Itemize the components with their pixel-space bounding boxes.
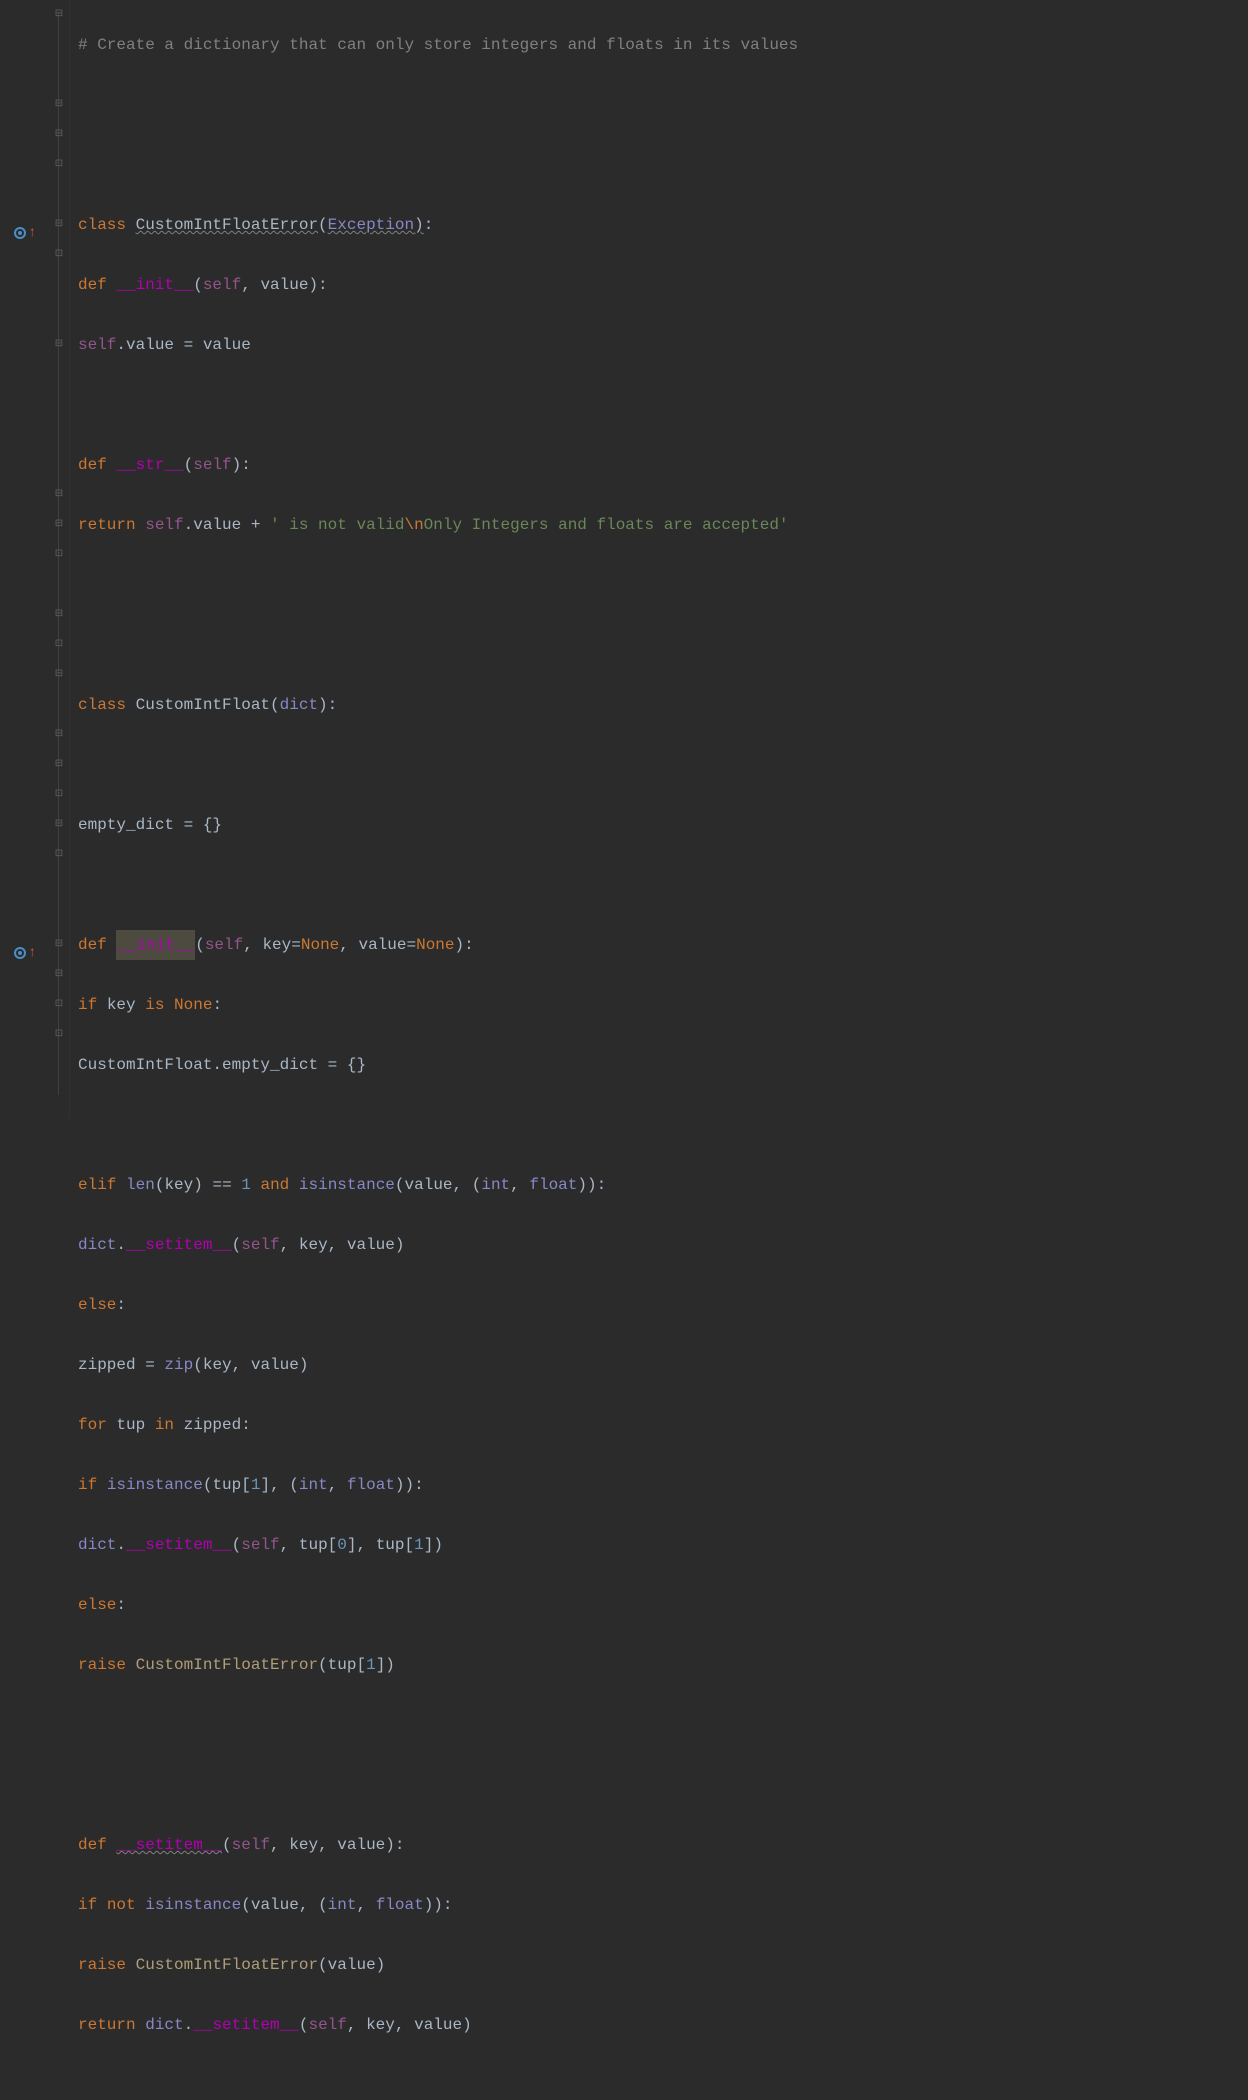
fold-toggle-icon[interactable]: ⊟ <box>53 219 65 231</box>
fold-toggle-icon[interactable]: ⊟ <box>53 969 65 981</box>
code-line[interactable]: else: <box>78 1290 1248 1320</box>
comment: # Create a dictionary that can only stor… <box>78 30 798 60</box>
code-area[interactable]: # Create a dictionary that can only stor… <box>70 0 1248 1118</box>
fold-end-icon[interactable]: ⊡ <box>53 849 65 861</box>
fold-toggle-icon[interactable]: ⊟ <box>53 9 65 21</box>
code-line[interactable]: # Create a dictionary that can only stor… <box>78 30 1248 60</box>
code-line[interactable] <box>78 870 1248 900</box>
code-line[interactable]: return self.value + ' is not valid\nOnly… <box>78 510 1248 540</box>
code-line[interactable]: dict.__setitem__(self, key, value) <box>78 1230 1248 1260</box>
fold-end-icon[interactable]: ⊡ <box>53 999 65 1011</box>
fold-column: ⊟ ⊟ ⊟ ⊡ ⊟ ⊡ ⊟ ⊟ ⊟ ⊡ ⊟ ⊡ ⊟ ⊟ ⊟ ⊡ ⊟ ⊡ ⊟ ⊟ … <box>50 0 70 1118</box>
fold-toggle-icon[interactable]: ⊟ <box>53 729 65 741</box>
code-line[interactable]: return dict.__setitem__(self, key, value… <box>78 2010 1248 2040</box>
code-line[interactable]: class CustomIntFloat(dict): <box>78 690 1248 720</box>
fold-toggle-icon[interactable]: ⊟ <box>53 129 65 141</box>
code-line[interactable]: if not isinstance(value, (int, float)): <box>78 1890 1248 1920</box>
code-line[interactable] <box>78 150 1248 180</box>
code-line[interactable]: class CustomIntFloatError(Exception): <box>78 210 1248 240</box>
code-line[interactable]: def __setitem__(self, key, value): <box>78 1830 1248 1860</box>
code-line[interactable]: zipped = zip(key, value) <box>78 1350 1248 1380</box>
fold-end-icon[interactable]: ⊡ <box>53 1029 65 1041</box>
code-line[interactable]: empty_dict = {} <box>78 810 1248 840</box>
fold-toggle-icon[interactable]: ⊟ <box>53 99 65 111</box>
override-marker-icon[interactable]: ↑ <box>14 218 36 248</box>
code-line[interactable]: else: <box>78 1590 1248 1620</box>
fold-toggle-icon[interactable]: ⊟ <box>53 669 65 681</box>
code-line[interactable]: if isinstance(tup[1], (int, float)): <box>78 1470 1248 1500</box>
code-line[interactable]: if key is None: <box>78 990 1248 1020</box>
fold-end-icon[interactable]: ⊡ <box>53 789 65 801</box>
code-line[interactable] <box>78 1770 1248 1800</box>
fold-toggle-icon[interactable]: ⊟ <box>53 819 65 831</box>
code-line[interactable]: dict.__setitem__(self, tup[0], tup[1]) <box>78 1530 1248 1560</box>
override-marker-icon[interactable]: ↑ <box>14 938 36 968</box>
code-line[interactable] <box>78 1110 1248 1140</box>
fold-toggle-icon[interactable]: ⊟ <box>53 939 65 951</box>
code-line[interactable]: self.value = value <box>78 330 1248 360</box>
fold-end-icon[interactable]: ⊡ <box>53 159 65 171</box>
code-editor: ↑ ↑ ⊟ ⊟ ⊟ ⊡ ⊟ ⊡ ⊟ ⊟ ⊟ ⊡ ⊟ ⊡ ⊟ ⊟ ⊟ ⊡ ⊟ ⊡ … <box>0 0 1248 1118</box>
code-line[interactable]: for tup in zipped: <box>78 1410 1248 1440</box>
gutter: ↑ ↑ <box>0 0 50 1118</box>
code-line[interactable] <box>78 750 1248 780</box>
fold-toggle-icon[interactable]: ⊟ <box>53 339 65 351</box>
code-line[interactable]: def __str__(self): <box>78 450 1248 480</box>
code-line[interactable]: raise CustomIntFloatError(tup[1]) <box>78 1650 1248 1680</box>
fold-end-icon[interactable]: ⊡ <box>53 639 65 651</box>
code-line[interactable] <box>78 630 1248 660</box>
code-line[interactable] <box>78 570 1248 600</box>
code-line[interactable] <box>78 1710 1248 1740</box>
code-line[interactable]: def __init__(self, value): <box>78 270 1248 300</box>
code-line[interactable]: def __init__(self, key=None, value=None)… <box>78 930 1248 960</box>
code-line[interactable]: raise CustomIntFloatError(value) <box>78 1950 1248 1980</box>
code-line[interactable] <box>78 90 1248 120</box>
fold-toggle-icon[interactable]: ⊟ <box>53 609 65 621</box>
fold-end-icon[interactable]: ⊡ <box>53 549 65 561</box>
fold-toggle-icon[interactable]: ⊟ <box>53 519 65 531</box>
fold-end-icon[interactable]: ⊡ <box>53 249 65 261</box>
code-line[interactable]: CustomIntFloat.empty_dict = {} <box>78 1050 1248 1080</box>
code-line[interactable]: elif len(key) == 1 and isinstance(value,… <box>78 1170 1248 1200</box>
fold-toggle-icon[interactable]: ⊟ <box>53 759 65 771</box>
fold-toggle-icon[interactable]: ⊟ <box>53 489 65 501</box>
code-line[interactable] <box>78 390 1248 420</box>
